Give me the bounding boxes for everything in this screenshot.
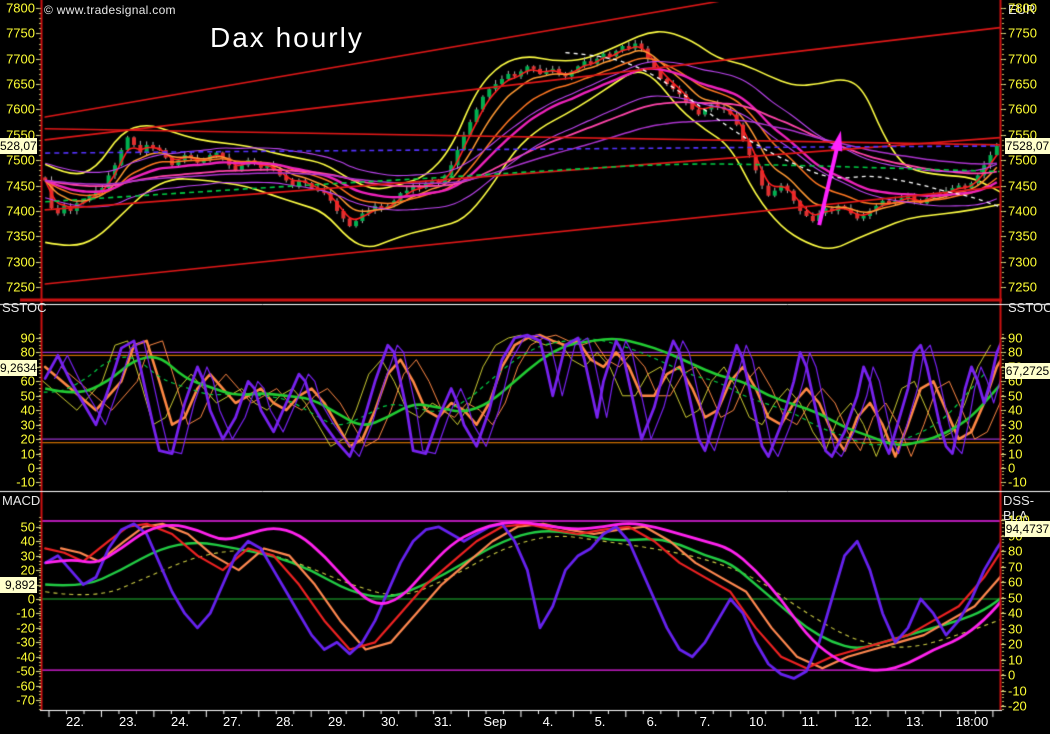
x-axis-label: 7. (700, 714, 711, 729)
axis-tick-label: -30 (16, 635, 35, 650)
x-axis-label: 28. (276, 714, 294, 729)
axis-tick-label: -20 (16, 620, 35, 635)
axis-tick-label: 40 (1008, 606, 1022, 621)
axis-tick-label: 40 (21, 534, 35, 549)
axis-tick-label: 0 (1008, 668, 1015, 683)
price-right-value-box: 7528,07 (1005, 138, 1050, 154)
price-left-value-box: 528,07 (0, 138, 37, 154)
x-axis-label: Sep (483, 714, 506, 729)
axis-tick-label: -60 (16, 678, 35, 693)
axis-tick-label: -40 (16, 649, 35, 664)
axis-tick-label: 10 (1008, 652, 1022, 667)
x-axis-label: 6. (647, 714, 658, 729)
x-axis-label: 31. (434, 714, 452, 729)
sstoc-left-value-box: 9,2634 (0, 360, 37, 376)
x-axis-label: 22. (66, 714, 84, 729)
axis-tick-label: -10 (16, 606, 35, 621)
chart-title: Dax hourly (210, 22, 364, 54)
x-axis-label: 29. (328, 714, 346, 729)
macd-right-value-box: 94,4737 (1005, 521, 1050, 537)
x-axis-label: 12. (854, 714, 872, 729)
axis-tick-label: 60 (1008, 575, 1022, 590)
x-axis-label: 11. (801, 714, 818, 729)
axis-tick-label: -70 (16, 693, 35, 708)
x-axis-label: 10. (749, 714, 767, 729)
axis-tick-label: 50 (1008, 590, 1022, 605)
axis-tick-label: -10 (1008, 683, 1027, 698)
chart-canvas[interactable] (0, 0, 1050, 734)
x-axis-label: 5. (595, 714, 606, 729)
trading-chart-window: © www.tradesignal.com Dax hourly EUR SST… (0, 0, 1050, 734)
x-axis-label: 4. (543, 714, 554, 729)
x-axis-label: 30. (381, 714, 399, 729)
x-axis-label: 24. (171, 714, 189, 729)
axis-tick-label: 0 (28, 592, 35, 607)
axis-tick-label: 20 (1008, 637, 1022, 652)
macd-left-value-box: 9,892 (0, 577, 37, 593)
x-axis-label: 23. (119, 714, 137, 729)
x-axis-label: 27. (223, 714, 241, 729)
axis-tick-label: 30 (21, 548, 35, 563)
axis-tick-label: 50 (21, 519, 35, 534)
axis-tick-label: 30 (1008, 621, 1022, 636)
x-axis-label: 13. (906, 714, 924, 729)
axis-tick-label: 80 (1008, 544, 1022, 559)
axis-tick-label: 20 (21, 563, 35, 578)
x-axis-label: 18:00 (956, 714, 989, 729)
axis-tick-label: 70 (1008, 559, 1022, 574)
axis-tick-label: -20 (1008, 699, 1027, 714)
copyright-text: © www.tradesignal.com (44, 3, 176, 17)
sstoc-right-value-box: 67,2725 (1005, 363, 1050, 379)
axis-tick-label: -50 (16, 664, 35, 679)
time-axis: 22. 23. 24. 27. 28. 29. 30. 31. Sep 4. 5. 6. 7. 10. 11… (0, 714, 1050, 734)
